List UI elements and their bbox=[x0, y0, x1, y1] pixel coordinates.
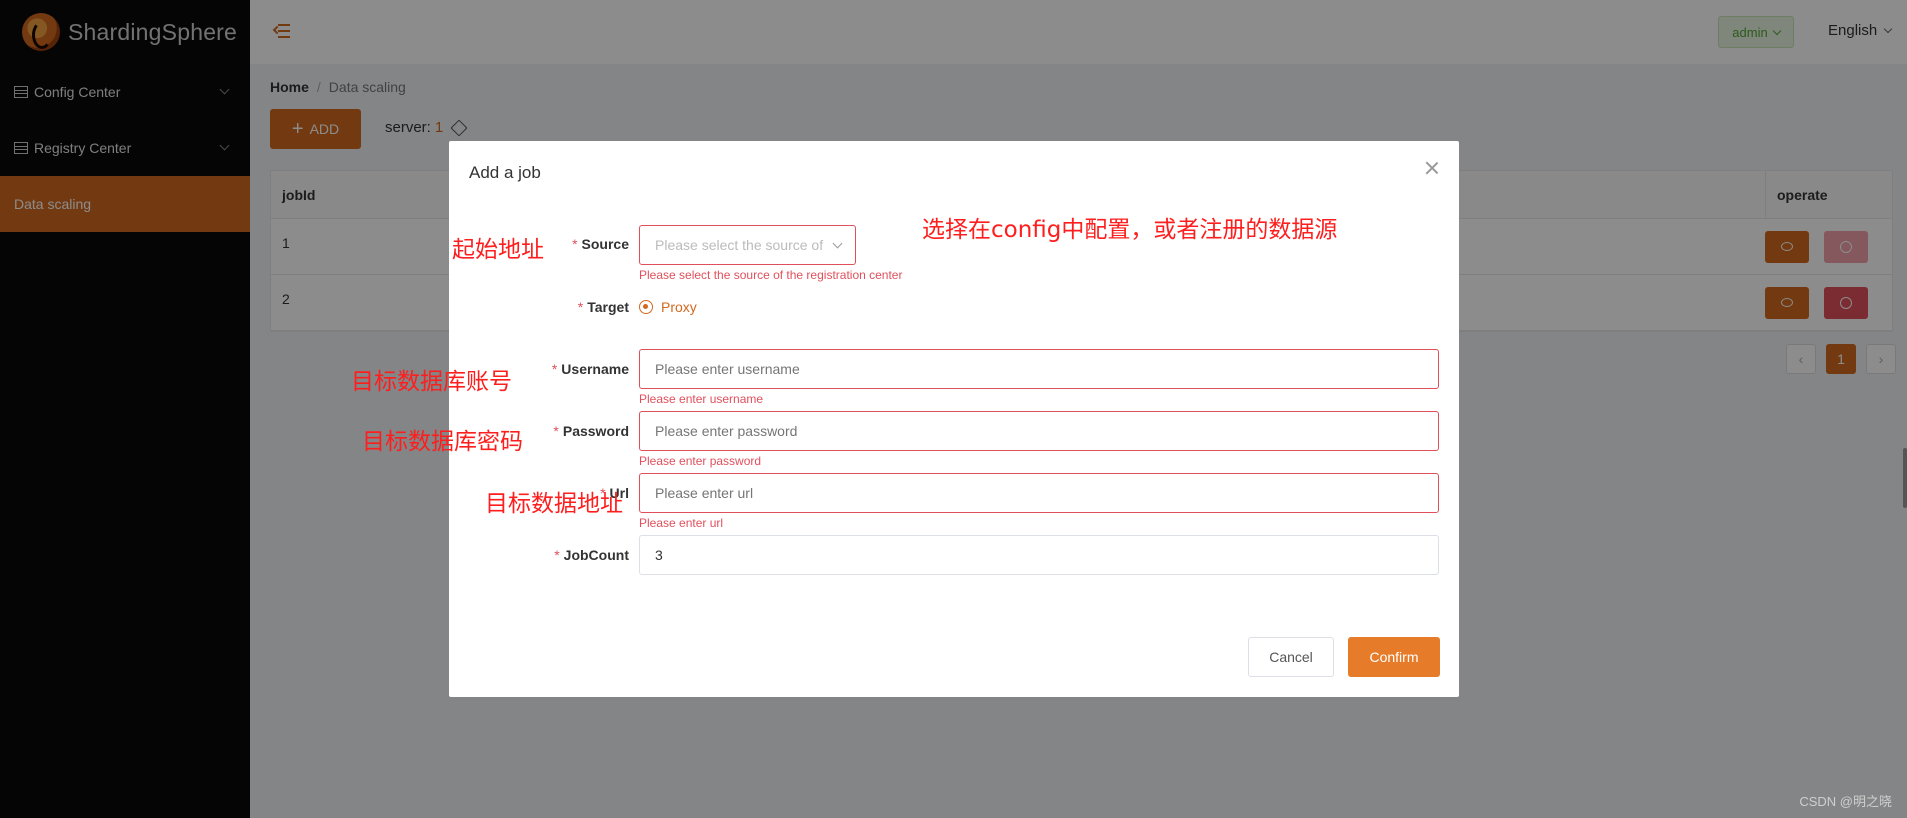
source-placeholder: Please select the source of bbox=[655, 237, 824, 253]
close-icon[interactable] bbox=[1425, 161, 1439, 175]
target-label: * Target bbox=[577, 299, 629, 315]
password-input[interactable] bbox=[639, 411, 1439, 451]
target-proxy-label: Proxy bbox=[661, 299, 697, 315]
radio-checked-icon bbox=[639, 300, 653, 314]
chevron-down-icon bbox=[832, 238, 843, 249]
source-error: Please select the source of the registra… bbox=[639, 268, 903, 282]
username-error: Please enter username bbox=[639, 392, 764, 406]
url-input[interactable] bbox=[639, 473, 1439, 513]
annotation-username: 目标数据库账号 bbox=[351, 369, 512, 395]
annotation-url: 目标数据地址 bbox=[485, 491, 623, 517]
dialog-title: Add a job bbox=[469, 163, 541, 182]
password-error: Please enter password bbox=[639, 454, 762, 468]
jobcount-input[interactable] bbox=[639, 535, 1439, 575]
confirm-button[interactable]: Confirm bbox=[1348, 637, 1440, 677]
cancel-button[interactable]: Cancel bbox=[1248, 637, 1334, 677]
annotation-password: 目标数据库密码 bbox=[362, 429, 523, 455]
watermark: CSDN @明之晓 bbox=[1799, 794, 1892, 809]
url-error: Please enter url bbox=[639, 516, 724, 530]
annotation-source: 起始地址 bbox=[452, 237, 544, 263]
target-proxy-radio[interactable]: Proxy bbox=[639, 299, 697, 315]
username-input[interactable] bbox=[639, 349, 1439, 389]
scrollbar-thumb[interactable] bbox=[1903, 448, 1907, 508]
annotation-config: 选择在config中配置，或者注册的数据源 bbox=[922, 217, 1338, 243]
jobcount-label: * JobCount bbox=[554, 547, 629, 563]
source-select[interactable]: Please select the source of bbox=[639, 225, 856, 265]
